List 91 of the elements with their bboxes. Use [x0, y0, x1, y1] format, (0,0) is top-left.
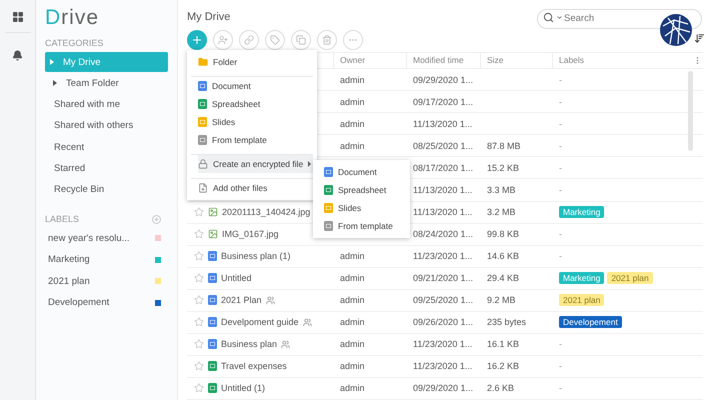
- menu-item[interactable]: Create an encrypted file: [191, 155, 313, 179]
- label-item[interactable]: new year's resolu...: [48, 232, 130, 244]
- modified-cell: 11/23/2020 1...: [413, 339, 472, 350]
- file-name[interactable]: 2021 Plan: [221, 295, 262, 306]
- owner-cell: admin: [340, 383, 365, 394]
- labels-cell: -: [559, 96, 562, 107]
- sidebar-item[interactable]: Shared with me: [45, 94, 168, 115]
- size-cell: 3.2 MB: [487, 207, 516, 218]
- size-cell: 99.8 KB: [487, 229, 520, 240]
- owner-cell: admin: [340, 361, 365, 372]
- owner-cell: admin: [340, 317, 365, 328]
- sidebar-item[interactable]: Team Folder: [45, 73, 168, 94]
- column-header[interactable]: Size: [480, 52, 552, 68]
- labels-cell: -: [559, 361, 562, 372]
- owner-cell: admin: [340, 74, 365, 85]
- menu-item[interactable]: Slides: [191, 113, 313, 131]
- labels-cell: -: [559, 74, 562, 85]
- label-tag: 2021 plan: [559, 294, 604, 306]
- sidebar-item[interactable]: Recent: [45, 137, 168, 158]
- modified-cell: 11/13/2020 1...: [413, 185, 472, 195]
- menu-item[interactable]: Slides: [317, 199, 406, 217]
- sidebar-item[interactable]: Recycle Bin: [45, 180, 168, 200]
- file-name[interactable]: Business plan (1): [221, 251, 291, 262]
- section-heading: LABELS: [45, 214, 80, 224]
- size-cell: 14.6 KB: [487, 251, 520, 262]
- modified-cell: 11/13/2020 1...: [413, 118, 472, 129]
- menu-item[interactable]: Add other files: [191, 179, 313, 197]
- file-name[interactable]: Untitled: [221, 273, 252, 284]
- size-cell: 3.3 MB: [487, 185, 516, 195]
- owner-cell: admin: [340, 140, 365, 151]
- modified-cell: 11/23/2020 1...: [413, 251, 472, 262]
- file-name[interactable]: Untitled (1): [221, 383, 266, 394]
- sidebar-item[interactable]: Starred: [45, 158, 168, 178]
- modified-cell: 09/17/2020 1...: [413, 96, 474, 107]
- size-cell: 16.2 KB: [487, 361, 520, 372]
- size-cell: 9.2 MB: [487, 295, 516, 306]
- size-cell: 87.8 MB: [487, 140, 521, 151]
- labels-cell: -: [559, 140, 562, 151]
- owner-cell: admin: [340, 295, 365, 306]
- size-cell: 15.2 KB: [487, 162, 520, 173]
- file-name[interactable]: IMG_0167.jpg: [222, 229, 279, 240]
- modified-cell: 11/13/2020 1...: [413, 207, 472, 218]
- menu-item[interactable]: Folder: [191, 53, 313, 77]
- column-header[interactable]: Labels: [552, 52, 693, 68]
- owner-cell: admin: [340, 96, 365, 107]
- labels-cell: -: [559, 185, 562, 195]
- modified-cell: 09/26/2020 1...: [413, 317, 474, 328]
- menu-item[interactable]: From template: [317, 217, 406, 235]
- label-item[interactable]: Developement: [48, 297, 110, 308]
- size-cell: 16.1 KB: [487, 339, 520, 350]
- owner-cell: admin: [340, 339, 365, 350]
- label-tag: Marketing: [559, 272, 604, 284]
- modified-cell: 11/23/2020 1...: [413, 361, 472, 372]
- sidebar-item[interactable]: Shared with others: [45, 116, 168, 136]
- modified-cell: 09/29/2020 1...: [413, 74, 474, 85]
- label-item[interactable]: Marketing: [48, 254, 90, 266]
- file-name[interactable]: Travel expenses: [221, 361, 287, 372]
- menu-item[interactable]: Spreadsheet: [317, 181, 406, 199]
- size-cell: 29.4 KB: [487, 273, 520, 284]
- labels-cell: -: [559, 339, 562, 350]
- section-heading: CATEGORIES: [45, 38, 104, 48]
- labels-cell: -: [559, 251, 562, 262]
- file-name[interactable]: 20201113_140424.jpg: [222, 207, 310, 218]
- size-cell: 2.6 KB: [487, 383, 514, 394]
- file-name[interactable]: Business plan: [221, 339, 278, 350]
- column-header[interactable]: Owner: [333, 52, 406, 68]
- label-item[interactable]: 2021 plan: [48, 276, 90, 287]
- modified-cell: 08/24/2020 1...: [413, 229, 474, 240]
- size-cell: 235 bytes: [487, 317, 526, 328]
- owner-cell: admin: [340, 118, 365, 129]
- owner-cell: admin: [340, 251, 365, 262]
- logo: Drive: [45, 9, 100, 29]
- modified-cell: 08/17/2020 1...: [413, 162, 474, 173]
- modified-cell: 09/29/2020 1...: [413, 383, 474, 394]
- modified-cell: 08/25/2020 1...: [413, 140, 474, 151]
- column-header[interactable]: Modified time: [406, 52, 480, 68]
- modified-cell: 09/21/2020 1...: [413, 273, 474, 284]
- menu-item[interactable]: Spreadsheet: [191, 95, 313, 113]
- menu-item[interactable]: Document: [317, 163, 406, 181]
- labels-cell: -: [559, 383, 562, 394]
- labels-cell: -: [559, 118, 562, 129]
- modified-cell: 09/25/2020 1...: [413, 295, 474, 306]
- labels-cell: -: [559, 162, 562, 173]
- label-tag: Marketing: [559, 206, 604, 218]
- labels-cell: -: [559, 229, 562, 240]
- label-tag: 2021 plan: [607, 272, 653, 284]
- menu-item[interactable]: Document: [191, 77, 313, 95]
- file-name[interactable]: Develpoment guide: [221, 317, 299, 328]
- label-tag: Developement: [559, 316, 622, 328]
- owner-cell: admin: [340, 273, 365, 284]
- page-title: My Drive: [187, 11, 232, 24]
